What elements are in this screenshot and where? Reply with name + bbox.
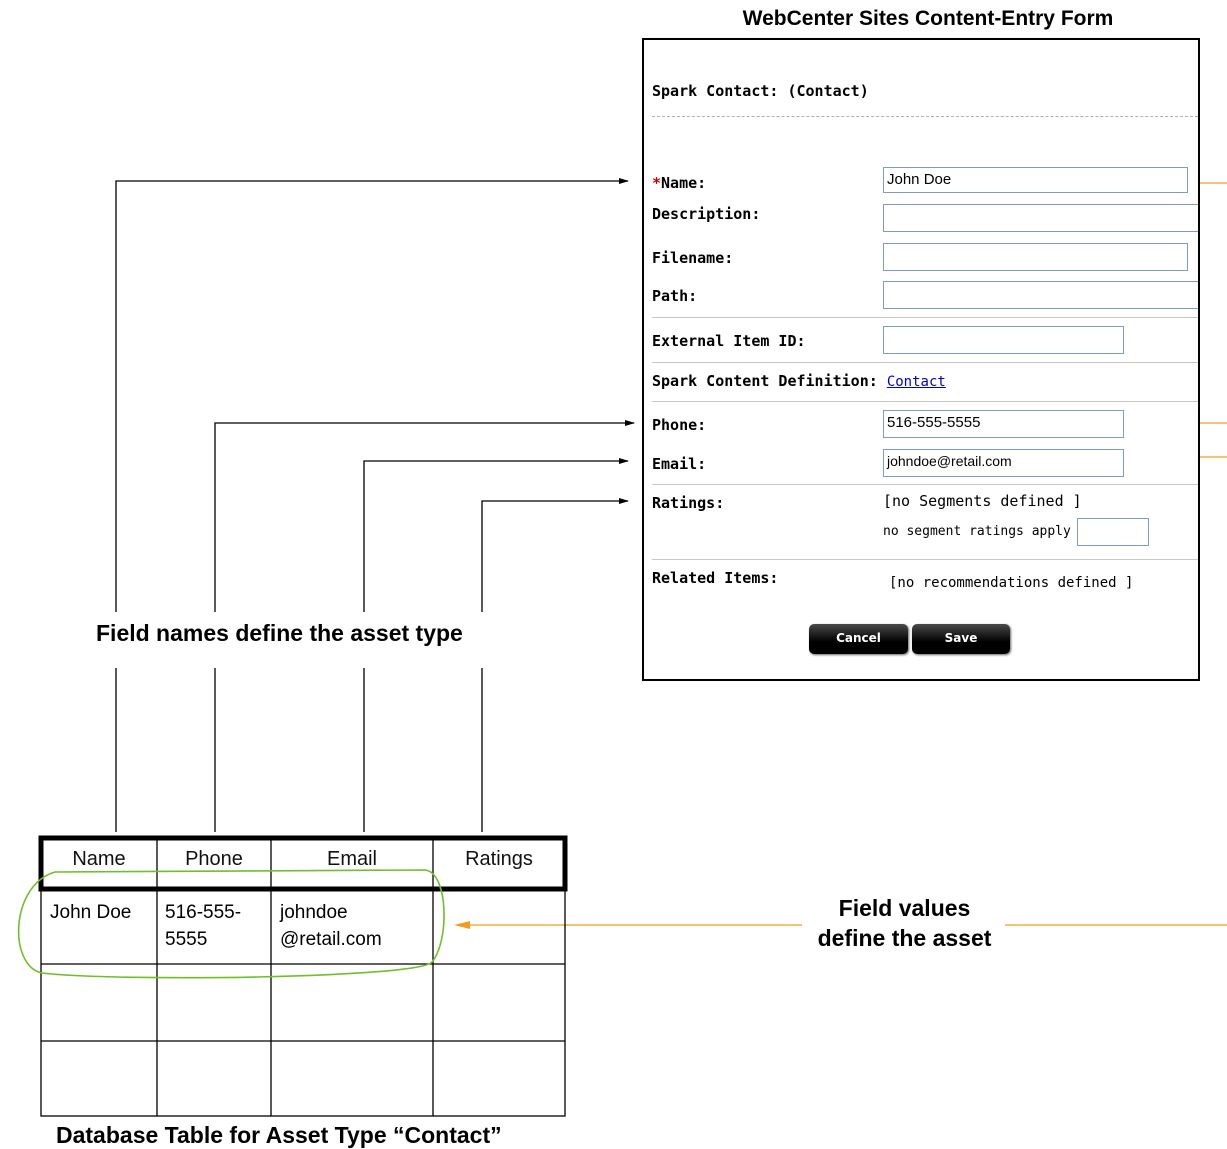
description-input[interactable] (883, 204, 1198, 232)
name-label: *Name: (652, 174, 706, 192)
related-items-note: [no recommendations defined ] (889, 575, 1134, 591)
table-cell-email-line2: @retail.com (280, 929, 382, 950)
email-label: Email: (652, 455, 707, 473)
table-cell-phone-line2: 5555 (165, 929, 208, 950)
values-arrowhead (454, 921, 470, 929)
email-input[interactable]: johndoe@retail.com (883, 449, 1124, 477)
name-connector (115, 178, 629, 832)
name-label-text: Name: (661, 174, 707, 192)
heading-divider (652, 116, 1198, 117)
table-cell-name: John Doe (50, 902, 132, 923)
related-items-label: Related Items: (652, 569, 779, 587)
field-names-caption: Field names define the asset type (96, 620, 463, 646)
table-caption: Database Table for Asset Type “Contact” (56, 1122, 502, 1148)
cancel-button[interactable]: Cancel (809, 624, 908, 654)
content-entry-form: Spark Contact: (Contact) *Name: John Doe… (642, 38, 1200, 681)
path-input[interactable] (883, 281, 1198, 309)
form-diagram-title: WebCenter Sites Content-Entry Form (742, 7, 1114, 30)
form-heading: Spark Contact: (Contact) (652, 82, 869, 100)
section-divider (652, 484, 1198, 485)
definition-label-text: Spark Content Definition: (652, 372, 878, 390)
table-header-email: Email (326, 848, 377, 870)
filename-input[interactable] (883, 243, 1188, 271)
path-label: Path: (652, 287, 698, 305)
field-values-caption: Field values define the asset (802, 893, 1007, 953)
phone-input[interactable]: 516-555-5555 (883, 410, 1124, 438)
section-divider (652, 362, 1198, 363)
table-cell-phone: 516-555- 5555 (165, 899, 241, 953)
section-divider (652, 401, 1198, 402)
table-cell-phone-line1: 516-555- (165, 902, 242, 923)
ratings-input[interactable] (1077, 518, 1149, 546)
definition-link[interactable]: Contact (887, 374, 946, 390)
ratings-sub-note: no segment ratings apply (883, 524, 1071, 539)
external-id-input[interactable] (883, 326, 1124, 354)
ratings-note: [no Segments defined ] (883, 492, 1082, 510)
table-cell-email: johndoe @retail.com (280, 899, 382, 953)
definition-label: Spark Content Definition: Contact (652, 372, 946, 390)
external-id-label: External Item ID: (652, 332, 806, 350)
filename-label: Filename: (652, 249, 734, 267)
field-values-caption-line1: Field values (838, 895, 971, 921)
description-label: Description: (652, 205, 761, 223)
ratings-label: Ratings: (652, 494, 725, 512)
ratings-connector (481, 498, 629, 832)
section-divider (652, 317, 1198, 318)
name-input[interactable]: John Doe (883, 167, 1188, 193)
save-button[interactable]: Save (912, 624, 1010, 654)
required-mark: * (652, 174, 662, 192)
table-header-ratings: Ratings (465, 848, 533, 870)
table-cell-email-line1: johndoe (280, 902, 348, 923)
phone-label: Phone: (652, 416, 707, 434)
section-divider (652, 559, 1198, 560)
field-values-caption-line2: define the asset (817, 925, 992, 951)
table-header-name: Name (72, 848, 126, 870)
table-header-phone: Phone (185, 848, 243, 870)
